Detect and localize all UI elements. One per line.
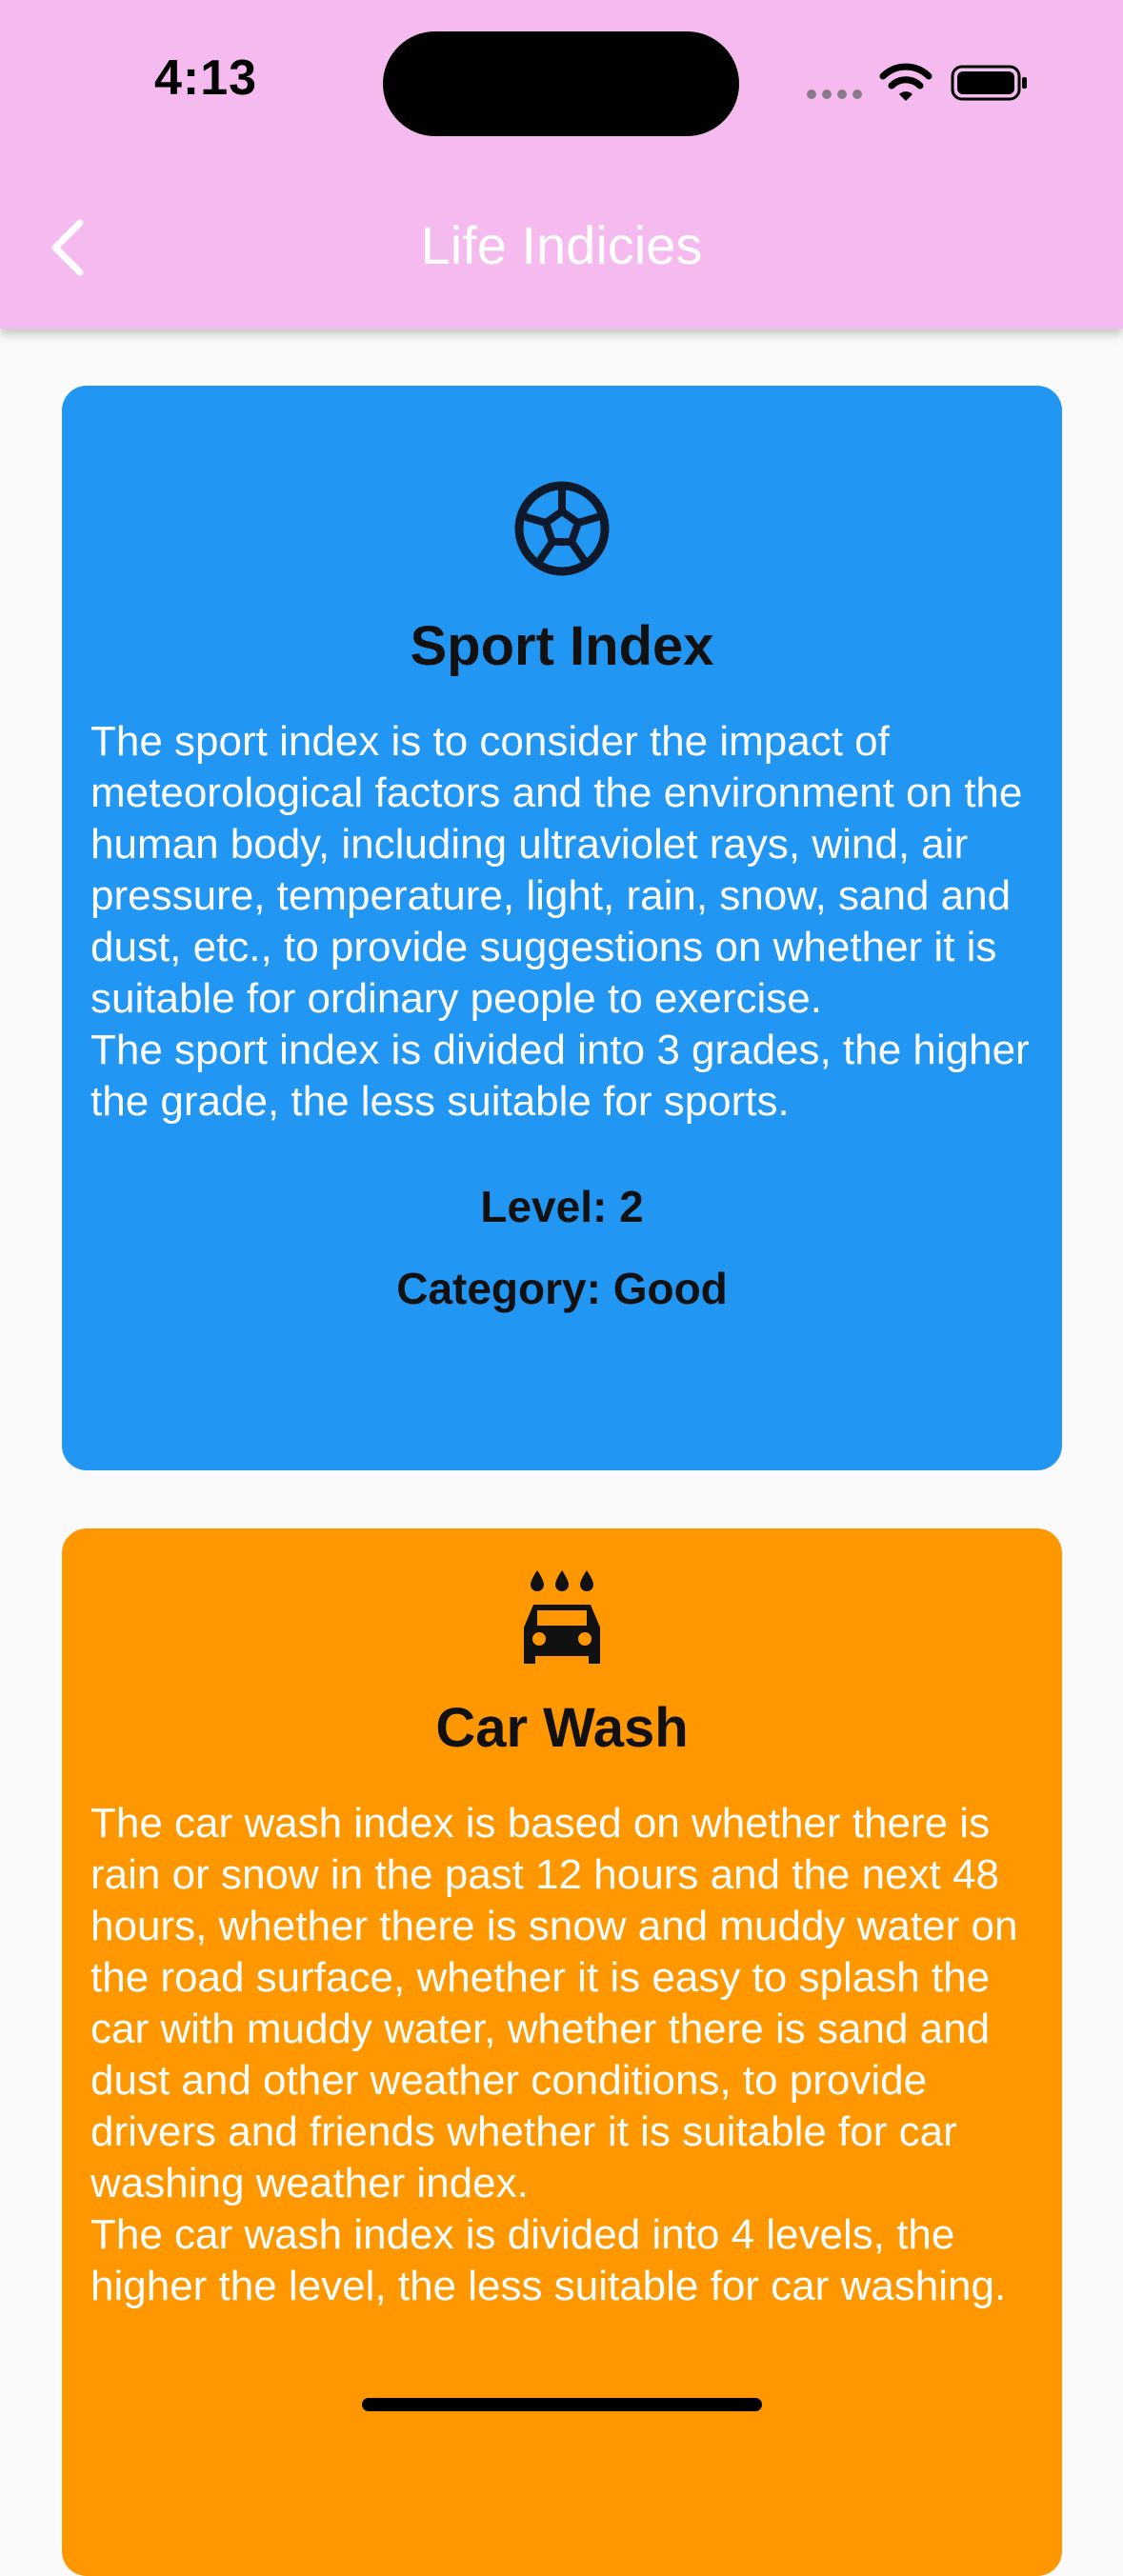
car-wash-icon — [524, 1570, 600, 1664]
card-title: Sport Index — [410, 615, 714, 677]
card-description: The car wash index is based on whether t… — [90, 1800, 1018, 2309]
card-description: The sport index is to consider the impac… — [90, 718, 1030, 1125]
sport-index-card: Sport Index The sport index is to consid… — [62, 386, 1062, 1470]
card-title: Car Wash — [435, 1697, 689, 1759]
level-label: Level: 2 — [480, 1182, 644, 1231]
battery-icon — [951, 65, 1027, 101]
car-wash-card: Car Wash The car wash index is based on … — [62, 1528, 1062, 2576]
soccer-ball-icon — [514, 481, 610, 576]
page-title: Life Indicies — [420, 215, 703, 275]
wifi-icon — [879, 63, 932, 101]
status-time: 4:13 — [154, 50, 258, 106]
home-indicator — [362, 2398, 762, 2411]
app-bar: 4:13 Life Indicies — [0, 0, 1123, 329]
cellular-signal-icon — [807, 90, 862, 99]
category-label: Category: Good — [396, 1264, 728, 1313]
dynamic-island — [383, 31, 739, 136]
